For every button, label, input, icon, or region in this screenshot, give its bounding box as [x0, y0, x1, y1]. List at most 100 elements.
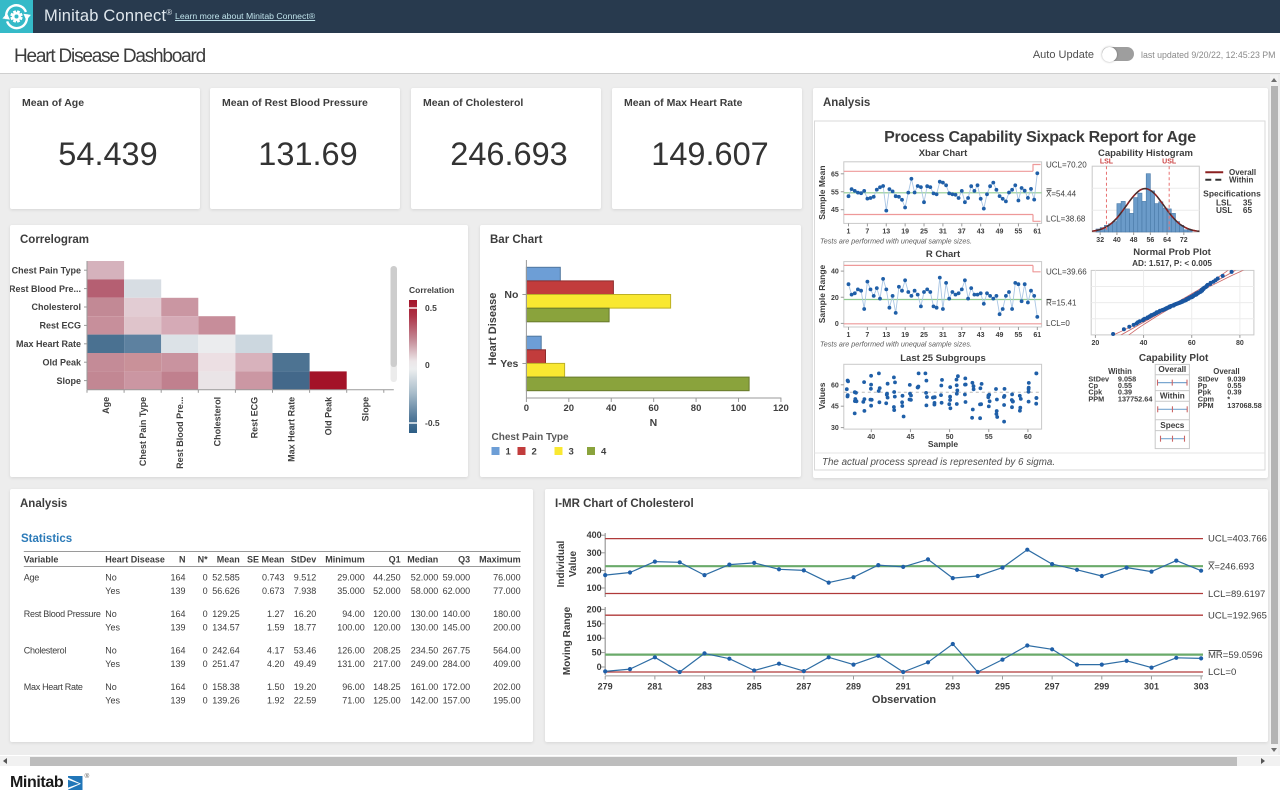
svg-text:Slope: Slope — [56, 376, 81, 386]
svg-text:Tests are performed with unequ: Tests are performed with unequal sample … — [820, 340, 972, 349]
svg-text:USL: USL — [1216, 206, 1232, 215]
svg-text:301: 301 — [1144, 682, 1159, 692]
svg-text:279: 279 — [598, 682, 613, 692]
svg-text:242.64: 242.64 — [212, 646, 240, 656]
svg-text:76.000: 76.000 — [493, 573, 521, 583]
svg-text:LCL=38.68: LCL=38.68 — [1046, 215, 1086, 224]
svg-text:LCL=0: LCL=0 — [1046, 319, 1070, 328]
svg-text:13: 13 — [882, 332, 890, 339]
svg-text:20: 20 — [564, 403, 575, 414]
svg-text:4: 4 — [601, 447, 607, 458]
svg-text:139.26: 139.26 — [212, 696, 240, 706]
svg-text:52.000: 52.000 — [411, 573, 439, 583]
svg-text:71.00: 71.00 — [342, 696, 365, 706]
svg-text:45: 45 — [831, 404, 839, 411]
svg-text:Max Heart Rate: Max Heart Rate — [16, 339, 81, 349]
svg-text:0: 0 — [597, 662, 602, 672]
svg-text:The actual process spread is r: The actual process spread is represented… — [822, 457, 1055, 468]
svg-text:45: 45 — [831, 207, 839, 214]
svg-text:564.00: 564.00 — [493, 646, 521, 656]
svg-text:129.25: 129.25 — [212, 609, 240, 619]
svg-text:164: 164 — [170, 646, 185, 656]
svg-text:150: 150 — [587, 619, 602, 629]
svg-text:58.000: 58.000 — [411, 586, 439, 596]
svg-text:Chest Pain Type: Chest Pain Type — [12, 265, 81, 275]
svg-text:55: 55 — [831, 189, 839, 196]
svg-text:126.00: 126.00 — [337, 646, 365, 656]
svg-text:Specs: Specs — [1160, 421, 1185, 430]
svg-text:131.00: 131.00 — [337, 659, 365, 669]
svg-text:Correlation: Correlation — [409, 285, 454, 295]
svg-text:55: 55 — [1015, 332, 1023, 339]
svg-text:291: 291 — [896, 682, 911, 692]
svg-text:31: 31 — [939, 332, 947, 339]
svg-text:62.000: 62.000 — [443, 586, 471, 596]
svg-text:16.20: 16.20 — [294, 609, 317, 619]
svg-text:60: 60 — [648, 403, 659, 414]
svg-text:40: 40 — [1140, 340, 1148, 347]
svg-text:30: 30 — [831, 425, 839, 432]
svg-text:No: No — [105, 682, 117, 692]
svg-text:139: 139 — [170, 623, 185, 633]
svg-text:0: 0 — [425, 360, 430, 370]
svg-text:80: 80 — [691, 403, 702, 414]
svg-text:64: 64 — [1163, 237, 1171, 244]
svg-text:9.512: 9.512 — [294, 573, 317, 583]
svg-text:No: No — [504, 289, 518, 301]
svg-text:Yes: Yes — [105, 623, 120, 633]
svg-text:0.5: 0.5 — [425, 303, 437, 313]
svg-text:65: 65 — [1243, 206, 1253, 215]
svg-text:161.00: 161.00 — [411, 682, 439, 692]
svg-text:Rest ECG: Rest ECG — [249, 397, 259, 439]
svg-text:19.20: 19.20 — [294, 682, 317, 692]
svg-text:7: 7 — [865, 332, 869, 339]
svg-text:No: No — [105, 646, 117, 656]
svg-text:29.000: 29.000 — [337, 573, 365, 583]
svg-text:StDev: StDev — [291, 555, 317, 565]
svg-text:49: 49 — [996, 228, 1004, 235]
svg-text:49.49: 49.49 — [294, 659, 317, 669]
svg-text:80: 80 — [1236, 340, 1244, 347]
svg-text:134.57: 134.57 — [212, 623, 240, 633]
svg-text:180.00: 180.00 — [493, 609, 521, 619]
svg-text:Sample Mean: Sample Mean — [817, 165, 827, 219]
svg-text:0: 0 — [203, 586, 208, 596]
svg-text:400: 400 — [587, 530, 602, 540]
svg-text:Heart Disease: Heart Disease — [105, 555, 165, 565]
svg-text:1: 1 — [847, 332, 851, 339]
svg-text:Age: Age — [24, 573, 39, 583]
svg-text:297: 297 — [1045, 682, 1060, 692]
svg-text:142.00: 142.00 — [411, 696, 439, 706]
svg-text:0.673: 0.673 — [262, 586, 285, 596]
svg-text:125.00: 125.00 — [373, 696, 401, 706]
svg-text:53.46: 53.46 — [294, 646, 317, 656]
svg-text:52.000: 52.000 — [373, 586, 401, 596]
svg-text:Yes: Yes — [105, 696, 120, 706]
svg-text:48: 48 — [1130, 237, 1138, 244]
svg-text:45: 45 — [907, 434, 915, 441]
svg-text:X=246.693: X=246.693 — [1208, 562, 1254, 573]
svg-text:287: 287 — [796, 682, 811, 692]
svg-text:18.77: 18.77 — [294, 623, 317, 633]
svg-text:172.00: 172.00 — [443, 682, 471, 692]
svg-text:-0.5: -0.5 — [425, 418, 440, 428]
svg-text:251.47: 251.47 — [212, 659, 240, 669]
svg-text:40: 40 — [831, 269, 839, 276]
svg-text:USL: USL — [1162, 159, 1177, 166]
svg-text:Yes: Yes — [500, 358, 518, 370]
svg-text:202.00: 202.00 — [493, 682, 521, 692]
svg-text:31: 31 — [939, 228, 947, 235]
svg-text:35.000: 35.000 — [337, 586, 365, 596]
svg-text:137068.58: 137068.58 — [1227, 401, 1262, 410]
svg-text:200.00: 200.00 — [493, 623, 521, 633]
svg-text:96.00: 96.00 — [342, 682, 365, 692]
svg-text:Mean: Mean — [217, 555, 240, 565]
svg-text:Yes: Yes — [105, 586, 120, 596]
svg-text:N: N — [650, 417, 658, 429]
svg-text:Rest Blood Pre...: Rest Blood Pre... — [175, 397, 185, 469]
svg-text:3: 3 — [569, 447, 574, 458]
svg-text:300: 300 — [587, 548, 602, 558]
svg-text:164: 164 — [170, 609, 185, 619]
svg-text:130.00: 130.00 — [411, 609, 439, 619]
svg-text:Max Heart Rate: Max Heart Rate — [287, 397, 297, 462]
